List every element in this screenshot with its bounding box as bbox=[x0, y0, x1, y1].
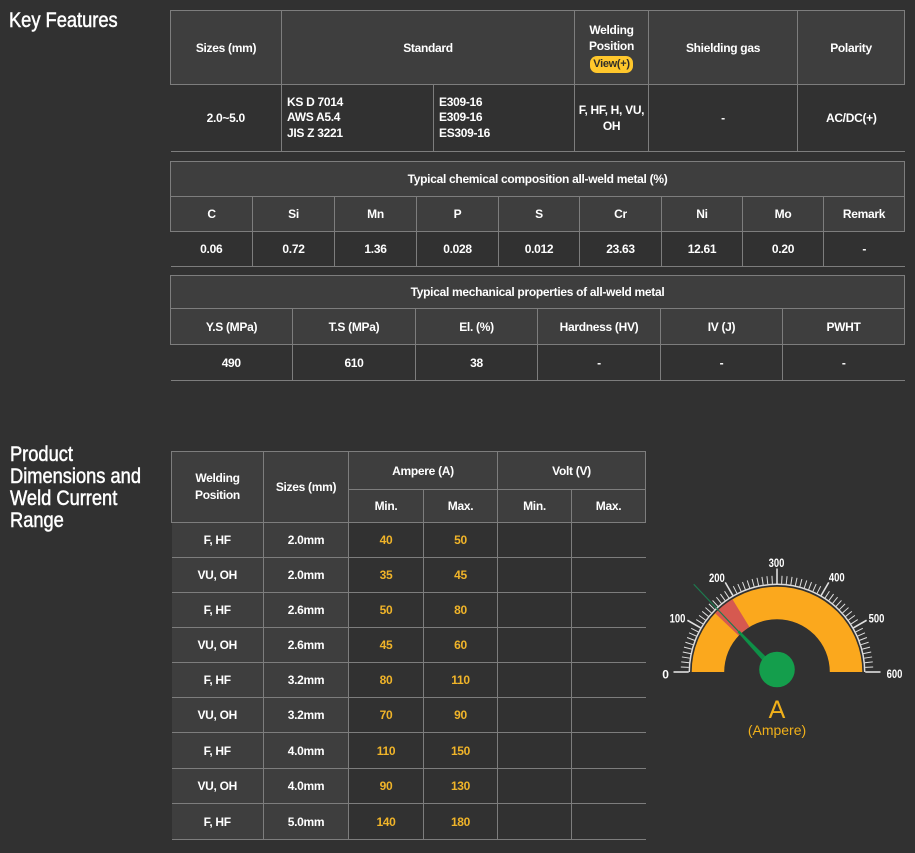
svg-text:100: 100 bbox=[670, 612, 686, 626]
svg-text:600: 600 bbox=[887, 667, 903, 681]
svg-text:300: 300 bbox=[769, 556, 785, 570]
svg-text:400: 400 bbox=[829, 571, 845, 585]
svg-text:0: 0 bbox=[662, 668, 669, 682]
svg-text:A: A bbox=[769, 696, 786, 724]
svg-text:(Ampere): (Ampere) bbox=[748, 722, 806, 738]
svg-text:200: 200 bbox=[709, 571, 725, 585]
svg-text:500: 500 bbox=[869, 612, 885, 626]
